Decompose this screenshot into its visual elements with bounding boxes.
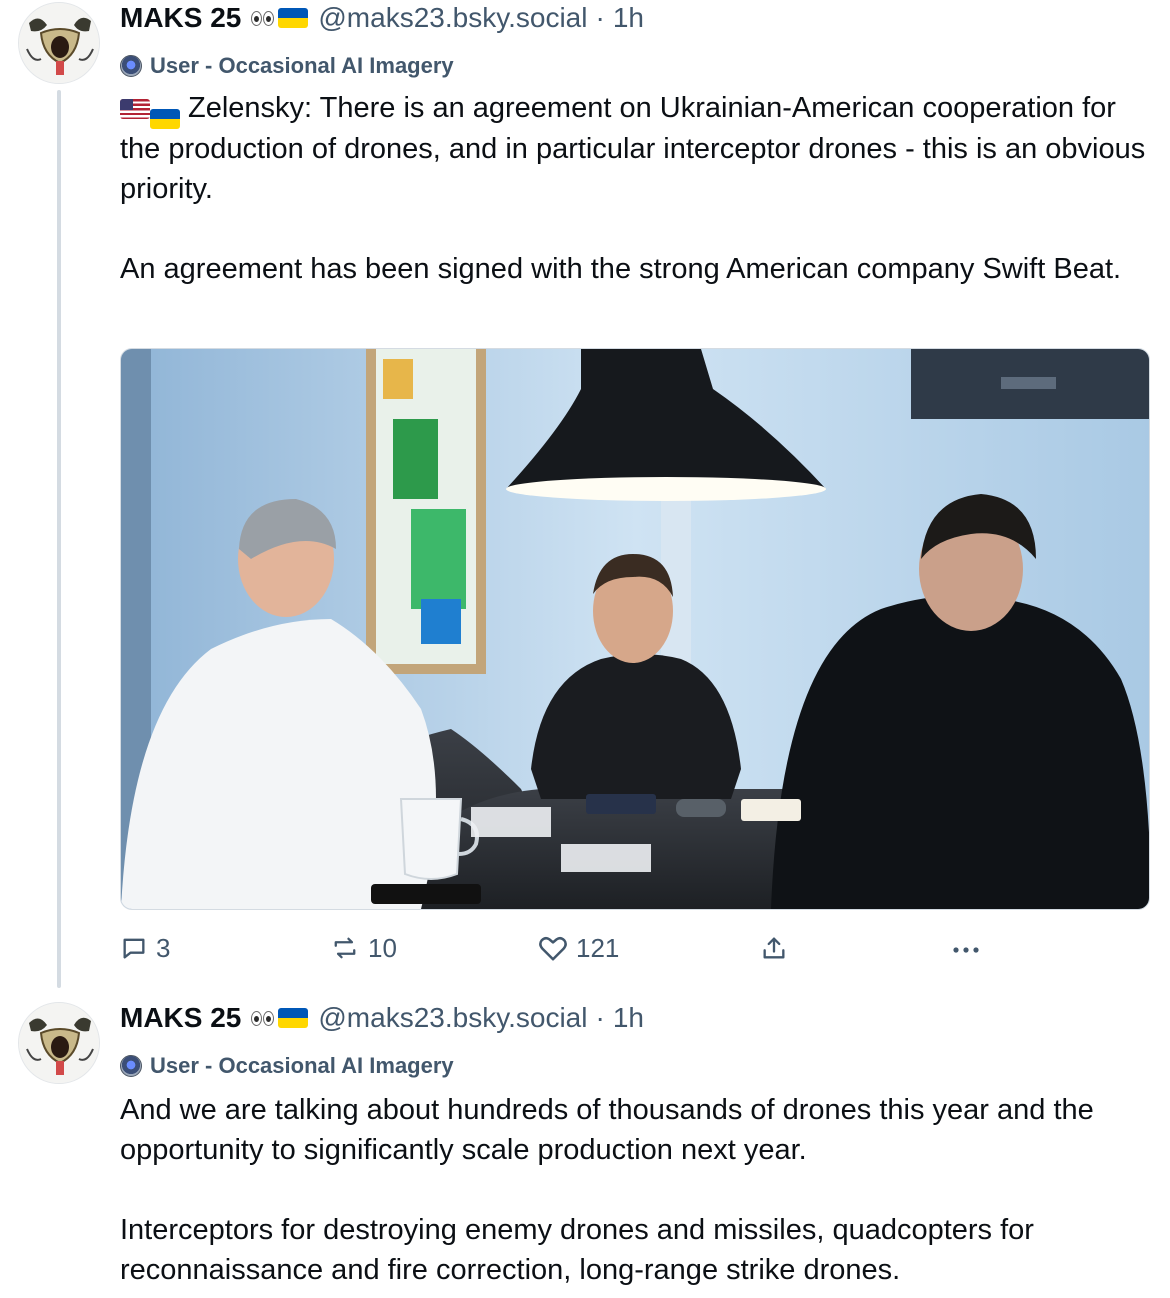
- post-header: MAKS 25 @maks23.bsky.social · 1h: [120, 0, 644, 36]
- post-text: And we are talking about hundreds of tho…: [120, 1090, 1155, 1290]
- repost-count: 10: [368, 932, 397, 963]
- post-timestamp[interactable]: 1h: [613, 2, 644, 34]
- author-display-name[interactable]: MAKS 25: [120, 1002, 241, 1034]
- label-text: User - Occasional AI Imagery: [150, 53, 454, 78]
- author-display-name[interactable]: MAKS 25: [120, 2, 241, 34]
- ellipsis-icon: [953, 947, 979, 953]
- thread-connector-line: [57, 90, 61, 988]
- post-image[interactable]: [120, 348, 1150, 910]
- heart-icon: [539, 936, 567, 961]
- post-paragraph: An agreement has been signed with the st…: [120, 253, 1122, 285]
- avatar[interactable]: [18, 1002, 100, 1084]
- share-button[interactable]: [760, 928, 788, 968]
- like-button[interactable]: 121: [538, 928, 619, 968]
- header-separator: ·: [595, 1002, 605, 1033]
- eyes-icon: [251, 1010, 275, 1026]
- labeler-avatar-icon: [120, 55, 142, 77]
- header-separator: ·: [595, 2, 605, 33]
- post-paragraph: Zelensky: There is an agreement on Ukrai…: [120, 88, 1155, 209]
- ukraine-flag-icon: [278, 1008, 309, 1028]
- more-options-button[interactable]: [950, 928, 982, 968]
- reply-button[interactable]: 3: [120, 928, 170, 968]
- eyes-icon: [251, 10, 275, 26]
- labeler-avatar-icon: [120, 1055, 142, 1077]
- usa-flag-icon: [120, 99, 150, 119]
- moderation-label[interactable]: User - Occasional AI Imagery: [120, 52, 454, 80]
- repost-icon: [334, 937, 356, 959]
- moderation-label[interactable]: User - Occasional AI Imagery: [120, 1052, 454, 1080]
- author-handle[interactable]: @maks23.bsky.social: [318, 1002, 587, 1034]
- ukraine-flag-icon: [150, 109, 180, 129]
- like-count: 121: [576, 932, 620, 963]
- repost-button[interactable]: 10: [330, 928, 397, 968]
- author-handle[interactable]: @maks23.bsky.social: [318, 2, 587, 34]
- post-timestamp[interactable]: 1h: [613, 1002, 644, 1034]
- author-emojis: [251, 8, 309, 28]
- post-actions: 3 10 121: [120, 928, 1150, 968]
- post-text: Zelensky: There is an agreement on Ukrai…: [120, 88, 1155, 289]
- post-header: MAKS 25 @maks23.bsky.social · 1h: [120, 1000, 644, 1036]
- label-text: User - Occasional AI Imagery: [150, 1053, 454, 1078]
- paragraph-text: Zelensky: There is an agreement on Ukrai…: [120, 92, 1146, 205]
- post-paragraph: And we are talking about hundreds of tho…: [120, 1094, 1094, 1166]
- ukraine-flag-icon: [278, 8, 309, 28]
- reply-count: 3: [156, 932, 171, 963]
- reply-icon: [123, 938, 145, 959]
- avatar[interactable]: [18, 2, 100, 84]
- author-emojis: [251, 1008, 309, 1028]
- share-icon: [763, 937, 785, 959]
- post-paragraph: Interceptors for destroying enemy drones…: [120, 1214, 1034, 1286]
- meeting-photo: [121, 349, 1149, 909]
